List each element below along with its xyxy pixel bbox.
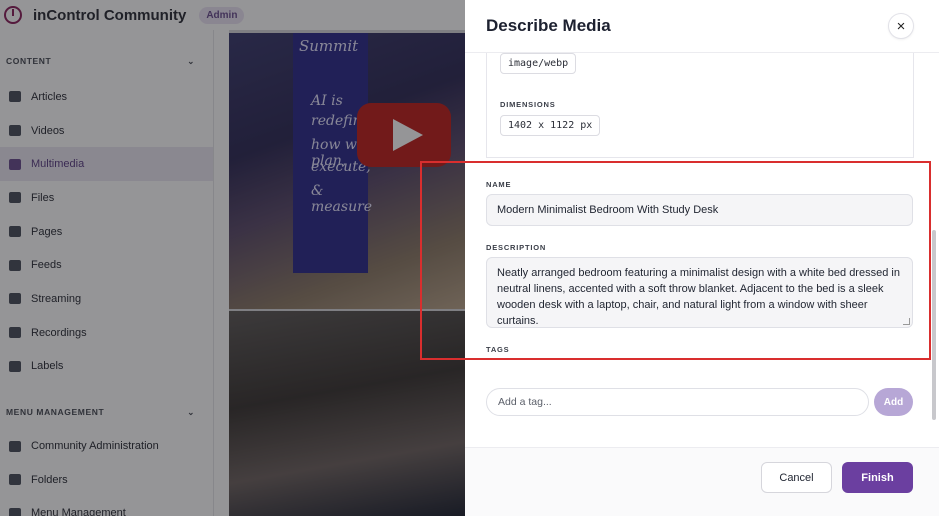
description-textarea[interactable]: Neatly arranged bedroom featuring a mini… bbox=[486, 257, 913, 328]
name-input[interactable]: Modern Minimalist Bedroom With Study Des… bbox=[486, 194, 913, 226]
tags-label: TAGS bbox=[486, 345, 510, 354]
resize-handle-icon[interactable] bbox=[903, 318, 910, 325]
drawer-title: Describe Media bbox=[486, 16, 611, 35]
tag-input-placeholder: Add a tag... bbox=[498, 396, 552, 408]
dimensions-value: 1402 x 1122 px bbox=[500, 115, 601, 136]
close-button[interactable]: × bbox=[888, 13, 914, 39]
drawer-header: Describe Media × bbox=[465, 0, 939, 53]
description-value: Neatly arranged bedroom featuring a mini… bbox=[497, 267, 900, 327]
media-info-card: image/webp DIMENSIONS 1402 x 1122 px bbox=[486, 53, 914, 158]
name-input-value: Modern Minimalist Bedroom With Study Des… bbox=[497, 204, 719, 216]
description-label: DESCRIPTION bbox=[486, 243, 547, 252]
modal-overlay[interactable] bbox=[0, 0, 465, 516]
dimensions-label: DIMENSIONS bbox=[500, 100, 556, 109]
mime-type-value: image/webp bbox=[500, 53, 577, 74]
cancel-button[interactable]: Cancel bbox=[761, 462, 832, 493]
close-icon: × bbox=[896, 17, 906, 35]
name-label: NAME bbox=[486, 180, 512, 189]
drawer-footer: Cancel Finish bbox=[465, 447, 939, 516]
describe-media-drawer: Describe Media × image/webp DIMENSIONS 1… bbox=[465, 0, 939, 516]
add-tag-button[interactable]: Add bbox=[874, 388, 913, 416]
tag-input[interactable]: Add a tag... bbox=[486, 388, 869, 416]
drawer-scrollbar[interactable] bbox=[932, 230, 936, 420]
finish-button[interactable]: Finish bbox=[842, 462, 913, 493]
